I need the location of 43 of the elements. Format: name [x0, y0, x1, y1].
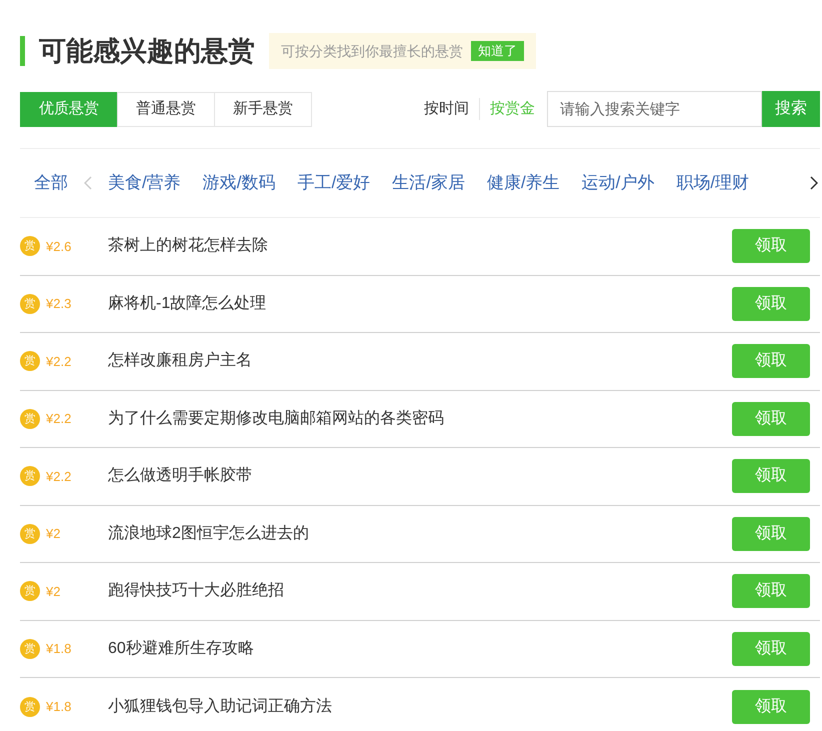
section-title: 可能感兴趣的悬赏: [39, 38, 255, 64]
reward-amount: ¥1.8: [46, 698, 72, 716]
category-link[interactable]: 职场/理财: [676, 170, 750, 196]
category-link[interactable]: 生活/家居: [392, 170, 465, 196]
reward-coin-icon: 赏: [20, 466, 40, 486]
reward-coin-icon: 赏: [20, 351, 40, 372]
question-title[interactable]: 怎样改廉租房户主名: [108, 349, 732, 374]
reward-amount: ¥2.2: [46, 352, 72, 370]
question-title[interactable]: 60秒避难所生存攻略: [108, 636, 732, 661]
reward-amount: ¥2.3: [46, 295, 72, 313]
category-link[interactable]: 运动/户外: [582, 170, 654, 196]
sort-option[interactable]: 按时间: [414, 98, 479, 120]
question-title[interactable]: 怎么做透明手帐胶带: [108, 464, 732, 488]
category-link[interactable]: 美食/营养: [108, 170, 181, 196]
reward-coin-icon: 赏: [20, 294, 40, 314]
reward-amount: ¥2: [46, 582, 62, 600]
category-link[interactable]: 手工/爱好: [297, 170, 370, 196]
question-title[interactable]: 流浪地球2图恒宇怎么进去的: [108, 522, 732, 546]
question-title[interactable]: 为了什么需要定期修改电脑邮箱网站的各类密码: [108, 406, 732, 431]
reward-coin-icon: 赏: [20, 638, 40, 659]
category-link[interactable]: 健康/养生: [486, 170, 560, 196]
tab[interactable]: 普通悬赏: [117, 92, 215, 126]
question-title[interactable]: 小狐狸钱包导入助记词正确方法: [108, 694, 732, 719]
category-link[interactable]: 全部: [34, 170, 68, 196]
reward-coin-icon: 赏: [20, 236, 40, 256]
reward-amount: ¥2.6: [46, 238, 72, 256]
reward-coin-icon: 赏: [20, 581, 40, 602]
question-title[interactable]: 跑得快技巧十大必胜绝招: [108, 579, 732, 604]
question-title[interactable]: 茶树上的树花怎样去除: [108, 234, 732, 258]
tab[interactable]: 新手悬赏: [214, 92, 312, 126]
category-link[interactable]: 游戏/数码: [202, 170, 276, 196]
reward-coin-icon: 赏: [20, 696, 40, 717]
chevron-right-icon[interactable]: [810, 176, 818, 190]
reward-coin-icon: 赏: [20, 524, 40, 544]
question-title[interactable]: 麻将机-1故障怎么处理: [108, 292, 732, 316]
reward-amount: ¥2.2: [46, 468, 72, 486]
reward-amount: ¥2: [46, 525, 62, 543]
reward-coin-icon: 赏: [20, 408, 40, 429]
title-accent-bar: [20, 36, 25, 66]
reward-amount: ¥2.2: [46, 410, 72, 428]
reward-amount: ¥1.8: [46, 640, 72, 658]
tip-text: 可按分类找到你最擅长的悬赏: [281, 42, 463, 60]
search-field[interactable]: 请输入搜索关键字: [547, 91, 762, 127]
